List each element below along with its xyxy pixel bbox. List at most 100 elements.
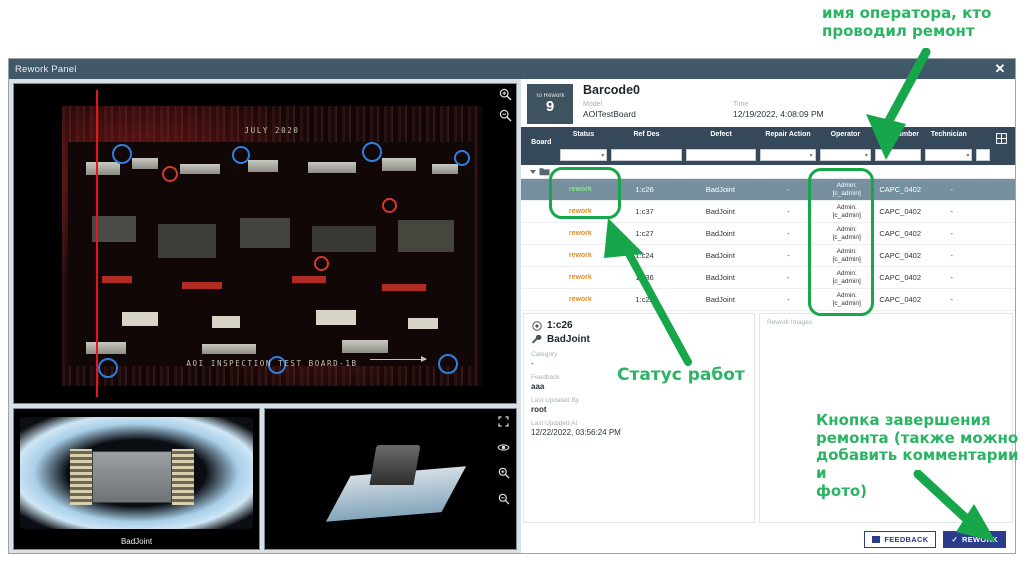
time-value: 12/19/2022, 4:08:09 PM — [733, 108, 824, 119]
highlight-status-column — [549, 167, 621, 219]
solder-pad-right — [172, 448, 194, 505]
table-row[interactable]: rework 1:c36 BadJoint - Admin: [c_admin] CAPC_… — [521, 267, 1015, 289]
column-header-part-number[interactable]: Part Number — [873, 129, 923, 148]
fullscreen-icon[interactable] — [496, 414, 511, 429]
column-header-technician[interactable]: Technician — [923, 129, 975, 148]
feedback-button[interactable]: FEEDBACK — [864, 530, 937, 548]
rework-images-label: Rework Images — [767, 319, 813, 326]
to-rework-label: To Rework — [535, 93, 565, 100]
detail-updated-at-value: 12/22/2022, 03:56:24 PM — [531, 428, 621, 437]
filter-part-number[interactable] — [873, 148, 923, 162]
annotation-work-status: Статус работ — [617, 365, 745, 385]
model-block: Model AOITestBoard — [583, 100, 733, 120]
table-row[interactable]: rework 1:c27 BadJoint - Admin: [c_admin] CAPC_… — [521, 223, 1015, 245]
cell-defect: BadJoint — [705, 251, 735, 260]
cell-defect: BadJoint — [705, 295, 735, 304]
column-header-board[interactable]: Board — [525, 129, 558, 148]
table-row[interactable]: rework 1:c22 BadJoint - Admin: [c_admin] CAPC_… — [521, 289, 1015, 311]
image-pane: JULY 2020 AOI INSPECTION TEST BOARD-1B B… — [9, 79, 521, 553]
rework-button[interactable]: ✓ REWORK — [943, 530, 1006, 548]
comment-icon — [872, 535, 881, 543]
cell-status: rework — [568, 274, 592, 281]
time-block: Time 12/19/2022, 4:08:09 PM — [733, 100, 824, 120]
rework-button-label: REWORK — [962, 534, 998, 544]
cell-part-number: CAPC_0402 — [879, 229, 922, 238]
scan-position-line — [96, 90, 98, 397]
defects-grid: Board Status Ref Des Defect Repair Actio… — [521, 127, 1015, 311]
header-info: Barcode0 Model AOITestBoard Time 12/19/2… — [573, 83, 1007, 124]
component-2d-image[interactable]: BadJoint — [13, 407, 261, 550]
cell-ref-des: 1:c27 — [635, 229, 654, 238]
model-label: Model — [583, 100, 603, 108]
filter-grip-spacer — [992, 148, 1011, 162]
cell-defect: BadJoint — [705, 185, 735, 194]
column-chooser-icon[interactable] — [992, 129, 1011, 148]
chevron-down-icon[interactable] — [530, 169, 536, 174]
cell-technician: - — [950, 295, 953, 304]
to-rework-count: 9 — [545, 98, 555, 116]
grid-filter-row: ▾ ▾ ▾ ▾ — [525, 148, 1011, 162]
zoom-out-icon[interactable] — [498, 108, 513, 123]
zoom-in-icon[interactable] — [496, 466, 511, 481]
cell-part-number: CAPC_0402 — [879, 273, 922, 282]
wrench-icon — [531, 334, 542, 345]
board-image-viewer[interactable]: JULY 2020 AOI INSPECTION TEST BOARD-1B — [13, 83, 517, 404]
detail-updated-at-label: Last Updated At — [531, 420, 578, 427]
defect-detail-card: 1:c26 BadJoint Category - Feedback aaa L… — [523, 313, 755, 523]
column-header-extra — [975, 129, 992, 148]
filter-extra[interactable] — [974, 148, 991, 162]
cell-technician: - — [950, 229, 953, 238]
pcb-direction-arrow — [370, 356, 427, 362]
zoom-out-icon[interactable] — [496, 492, 511, 507]
cell-part-number: CAPC_0402 — [879, 251, 922, 260]
check-icon: ✓ — [951, 534, 959, 544]
highlight-operator-column — [808, 168, 874, 316]
cell-status: rework — [568, 230, 592, 237]
column-header-defect[interactable]: Defect — [684, 129, 759, 148]
column-header-status[interactable]: Status — [558, 129, 610, 148]
annotation-rework-button: Кнопка завершения ремонта (также можно д… — [816, 411, 1019, 500]
detail-ref-des: 1:c26 — [547, 320, 573, 331]
cell-status: rework — [568, 252, 592, 259]
model-value: AOITestBoard — [583, 108, 636, 119]
detail-ref-des-row: 1:c26 — [531, 320, 747, 331]
folder-icon — [539, 168, 550, 176]
cell-part-number: CAPC_0402 — [879, 185, 922, 194]
detail-updated-at: Last Updated At 12/22/2022, 03:56:24 PM — [531, 420, 747, 437]
filter-status[interactable]: ▾ — [558, 148, 610, 162]
grid-header: Board Status Ref Des Defect Repair Actio… — [521, 127, 1015, 165]
barcode-title: Barcode0 — [583, 83, 640, 97]
detail-defect: BadJoint — [547, 334, 590, 345]
filter-operator[interactable]: ▾ — [818, 148, 873, 162]
cell-defect: BadJoint — [705, 207, 735, 216]
filter-ref-des[interactable] — [609, 148, 684, 162]
detail-defect-row: BadJoint — [531, 334, 747, 345]
board-view-toolbar — [498, 87, 513, 123]
close-icon[interactable]: ✕ — [991, 60, 1009, 78]
footer-actions: FEEDBACK ✓ REWORK — [521, 525, 1015, 553]
component-3d-image[interactable] — [264, 407, 517, 550]
filter-repair-action[interactable]: ▾ — [758, 148, 817, 162]
zoom-in-icon[interactable] — [498, 87, 513, 102]
image-3d-toolbar — [496, 414, 511, 507]
table-row[interactable]: rework 1:c24 BadJoint - Admin: [c_admin] CAPC_… — [521, 245, 1015, 267]
eye-icon[interactable] — [496, 440, 511, 455]
cell-part-number: CAPC_0402 — [879, 207, 922, 216]
column-header-operator[interactable]: Operator — [818, 129, 873, 148]
rework-header: To Rework 9 Barcode0 Model AOITestBoard … — [521, 79, 1015, 127]
column-header-repair-action[interactable]: Repair Action — [758, 129, 817, 148]
column-header-ref-des[interactable]: Ref Des — [609, 129, 684, 148]
cell-ref-des: 1:c24 — [635, 251, 654, 260]
window-title: Rework Panel — [15, 63, 77, 75]
cell-part-number: CAPC_0402 — [879, 295, 922, 304]
filter-defect[interactable] — [684, 148, 759, 162]
pcb-board-image: JULY 2020 AOI INSPECTION TEST BOARD-1B — [62, 106, 482, 386]
window-titlebar: Rework Panel ✕ — [9, 59, 1015, 79]
component-body — [92, 450, 172, 503]
solder-pad-left — [70, 448, 92, 505]
detail-updated-by-value: root — [531, 405, 547, 414]
filter-technician[interactable]: ▾ — [923, 148, 975, 162]
detail-updated-by: Last Updated By root — [531, 397, 747, 414]
target-icon — [531, 320, 542, 331]
grid-header-labels: Board Status Ref Des Defect Repair Actio… — [525, 129, 1011, 148]
